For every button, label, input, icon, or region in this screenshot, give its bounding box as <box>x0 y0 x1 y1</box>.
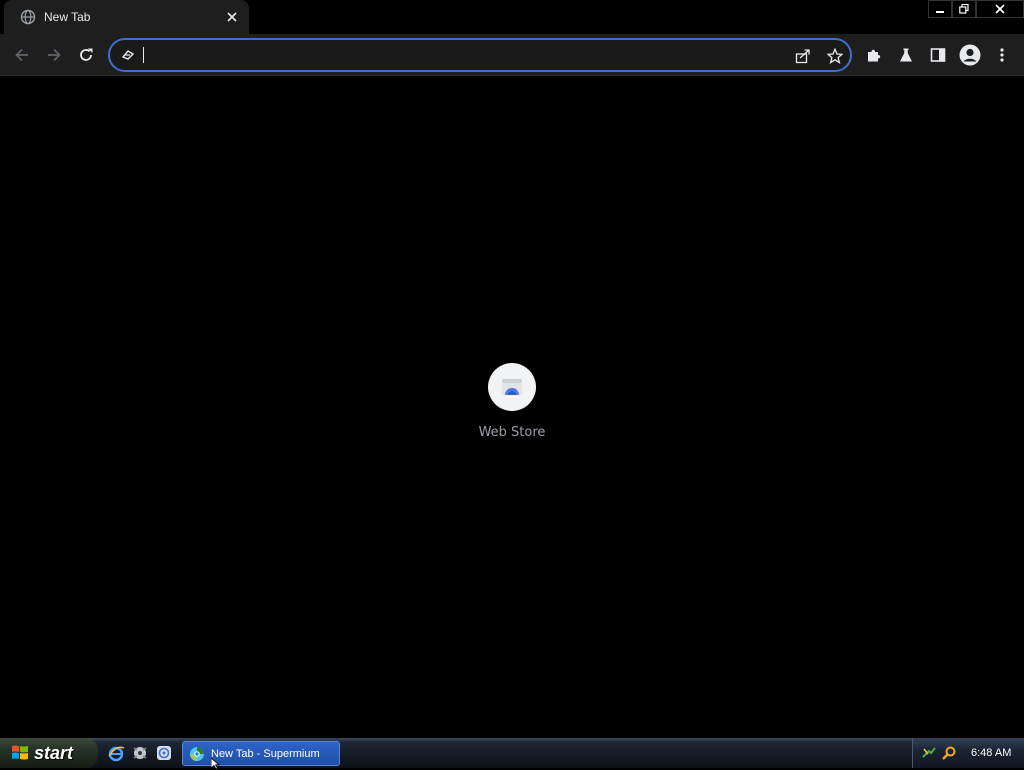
back-button[interactable] <box>6 39 38 71</box>
restore-button[interactable] <box>952 0 976 18</box>
shortcut-label: Web Store <box>478 425 546 440</box>
side-panel-button[interactable] <box>925 42 951 68</box>
shortcut-web-store[interactable]: Web Store <box>472 363 552 453</box>
minimize-icon <box>936 11 944 13</box>
side-panel-icon <box>930 48 946 62</box>
taskbar-task-supermium[interactable]: New Tab - Supermium <box>182 741 340 766</box>
text-caret <box>143 47 144 63</box>
labs-button[interactable] <box>893 42 919 68</box>
new-tab-page: Web Store <box>0 77 1024 738</box>
shortcut-tile[interactable] <box>488 363 536 411</box>
forward-button[interactable] <box>38 39 70 71</box>
extensions-button[interactable] <box>861 42 887 68</box>
media-icon[interactable] <box>130 743 150 763</box>
close-icon <box>995 4 1005 14</box>
window-controls <box>928 0 1024 18</box>
kebab-menu-icon <box>1000 48 1004 62</box>
address-input[interactable] <box>142 44 742 66</box>
tab-close-button[interactable] <box>221 6 243 28</box>
share-icon <box>795 49 810 64</box>
star-icon <box>827 48 843 64</box>
tab-title: New Tab <box>44 10 91 24</box>
share-button[interactable] <box>792 45 814 67</box>
network-icon[interactable] <box>921 745 937 761</box>
system-tray: 6:48 AM <box>912 738 1024 768</box>
flask-icon <box>900 48 912 62</box>
window-close-button[interactable] <box>976 0 1024 18</box>
start-button[interactable]: start <box>0 738 98 768</box>
restore-icon <box>959 4 969 14</box>
omnibox[interactable] <box>108 38 852 72</box>
start-label: start <box>34 742 74 763</box>
quick-launch <box>106 743 174 763</box>
web-store-icon <box>502 379 522 395</box>
profile-button[interactable] <box>957 42 983 68</box>
bookmark-button[interactable] <box>824 45 846 67</box>
globe-icon <box>20 9 36 25</box>
site-info-icon[interactable] <box>120 47 136 63</box>
arrow-right-icon <box>48 48 61 62</box>
minimize-button[interactable] <box>928 0 952 18</box>
taskbar: start New Tab - Supermium 6:48 AM <box>0 738 1024 768</box>
close-icon <box>227 12 237 22</box>
search-icon[interactable] <box>941 745 957 761</box>
arrow-left-icon <box>15 48 28 62</box>
browser-window: New Tab Web Store <box>0 0 1024 738</box>
menu-button[interactable] <box>989 42 1015 68</box>
windows-logo-icon <box>12 745 28 760</box>
mouse-cursor-icon <box>211 758 221 770</box>
reload-button[interactable] <box>70 39 102 71</box>
clock: 6:48 AM <box>971 747 1012 759</box>
task-label: New Tab - Supermium <box>211 747 320 760</box>
tab-new-tab[interactable]: New Tab <box>4 0 249 34</box>
browser-icon[interactable] <box>154 743 174 763</box>
supermium-icon <box>190 746 204 761</box>
tab-strip: New Tab <box>0 0 1024 34</box>
internet-explorer-icon[interactable] <box>106 743 126 763</box>
avatar-icon <box>959 44 981 66</box>
toolbar <box>0 34 1024 76</box>
puzzle-icon <box>868 49 881 62</box>
reload-icon <box>80 48 93 61</box>
